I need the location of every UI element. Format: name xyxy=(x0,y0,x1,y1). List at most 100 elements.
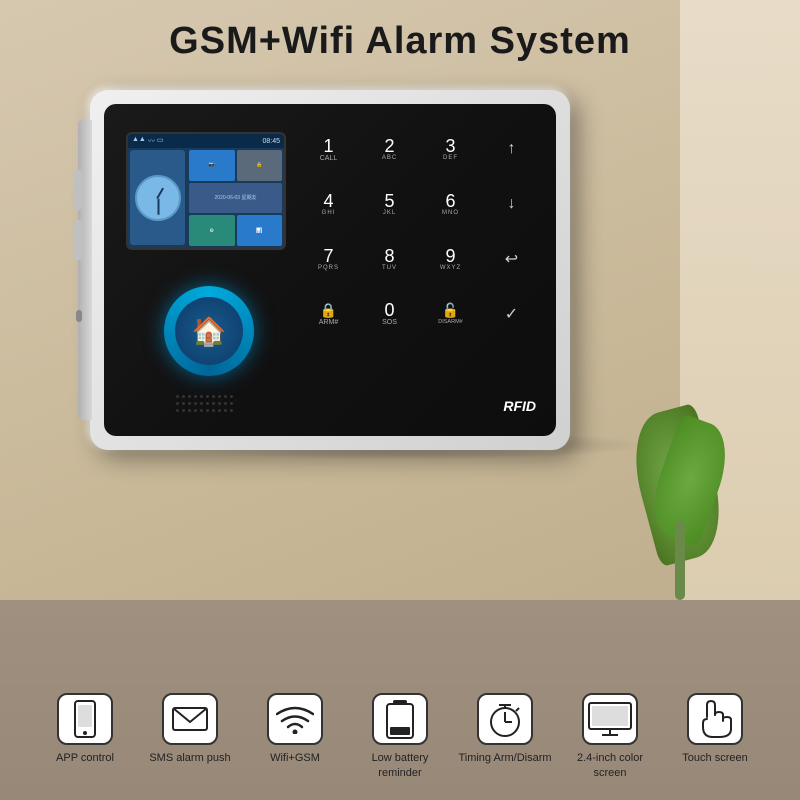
speaker-dot xyxy=(230,402,233,405)
key-9[interactable]: 9 WXYZ xyxy=(422,234,479,285)
clock-hour-hand xyxy=(156,187,164,198)
clock-minute-hand xyxy=(158,198,160,214)
speaker-dot xyxy=(212,409,215,412)
wifi-gsm-label: Wifi+GSM xyxy=(270,751,320,765)
lcd-screen: ▲▲ 〰 ▭ 08:45 xyxy=(126,132,286,250)
touch-icon xyxy=(697,699,733,739)
monitor-icon xyxy=(588,702,632,736)
speaker-dot xyxy=(188,402,191,405)
speaker-dot xyxy=(224,395,227,398)
keypad: 1 CALL 2 ABC 3 DEF ↑ xyxy=(300,124,540,394)
lcd-date-tile: 2020-06-03 星期友 xyxy=(189,183,282,214)
speaker-dot xyxy=(212,395,215,398)
device-side-left xyxy=(78,120,92,420)
key-7[interactable]: 7 PQRS xyxy=(300,234,357,285)
key-6[interactable]: 6 MNO xyxy=(422,179,479,230)
speaker-grill xyxy=(124,388,284,418)
color-screen-icon-box xyxy=(582,693,638,745)
speaker-dot xyxy=(224,409,227,412)
lcd-main-area: 📷 🔒 2020-06-03 星期友 ⚙ 📊 xyxy=(128,148,284,248)
wifi-icon: 〰 xyxy=(148,136,155,146)
feature-battery: Low battery reminder xyxy=(353,693,448,780)
alarm-device: ▲▲ 〰 ▭ 08:45 xyxy=(90,90,570,450)
speaker-dot xyxy=(212,402,215,405)
speaker-dot xyxy=(176,409,179,412)
app-control-icon-box xyxy=(57,693,113,745)
plant-stem xyxy=(675,520,685,600)
device-front-panel: ▲▲ 〰 ▭ 08:45 xyxy=(104,104,556,436)
timing-label: Timing Arm/Disarm xyxy=(458,751,551,765)
key-1[interactable]: 1 CALL xyxy=(300,124,357,175)
lcd-tile-1[interactable]: 📷 xyxy=(189,150,235,181)
app-control-label: APP control xyxy=(56,751,114,765)
phone-icon xyxy=(71,700,99,738)
lcd-time-display: 08:45 xyxy=(262,138,280,145)
speaker-dot xyxy=(218,409,221,412)
lcd-tile-grid: 📷 🔒 2020-06-03 星期友 ⚙ 📊 xyxy=(187,148,284,248)
device-shell: ▲▲ 〰 ▭ 08:45 xyxy=(90,90,570,450)
key-8[interactable]: 8 TUV xyxy=(361,234,418,285)
home-icon: 🏠 xyxy=(192,315,227,348)
speaker-dot xyxy=(182,395,185,398)
signal-icon: ▲▲ xyxy=(132,136,146,146)
speaker-dot xyxy=(176,395,179,398)
feature-wifi-gsm: Wifi+GSM xyxy=(248,693,343,780)
speaker-row-2 xyxy=(176,402,233,405)
speaker-dot xyxy=(194,402,197,405)
speaker-dot xyxy=(218,395,221,398)
lcd-tile-2[interactable]: 🔒 xyxy=(237,150,283,181)
key-up[interactable]: ↑ xyxy=(483,124,540,175)
key-back[interactable]: ↩ xyxy=(483,234,540,285)
speaker-dot xyxy=(230,395,233,398)
battery-low-icon xyxy=(385,699,415,739)
wifi-gsm-icon-box xyxy=(267,693,323,745)
side-button-2[interactable] xyxy=(74,220,82,260)
speaker-dot xyxy=(188,409,191,412)
lcd-clock-area xyxy=(130,150,185,245)
key-2[interactable]: 2 ABC xyxy=(361,124,418,175)
home-button-inner: 🏠 xyxy=(175,297,243,365)
timer-icon xyxy=(486,700,524,738)
key-3[interactable]: 3 DEF xyxy=(422,124,479,175)
speaker-dot xyxy=(182,402,185,405)
speaker-dot xyxy=(200,402,203,405)
key-down[interactable]: ↓ xyxy=(483,179,540,230)
key-0[interactable]: 0 SOS xyxy=(361,288,418,339)
wifi-icon xyxy=(276,704,314,734)
page-wrapper: GSM+Wifi Alarm System ▲▲ 〰 ▭ xyxy=(0,0,800,800)
envelope-icon xyxy=(172,705,208,733)
key-5[interactable]: 5 JKL xyxy=(361,179,418,230)
feature-touch-screen: Touch screen xyxy=(668,693,763,780)
speaker-dot xyxy=(206,395,209,398)
lcd-signal-icons: ▲▲ 〰 ▭ xyxy=(132,136,163,146)
home-button-area[interactable]: 🏠 xyxy=(164,286,254,376)
speaker-dot xyxy=(194,395,197,398)
speaker-dot xyxy=(206,409,209,412)
audio-jack xyxy=(76,310,82,322)
side-button-1[interactable] xyxy=(74,170,82,210)
speaker-dot xyxy=(176,402,179,405)
timing-icon-box xyxy=(477,693,533,745)
plant-decoration xyxy=(640,420,720,600)
speaker-dot xyxy=(206,402,209,405)
battery-icon-box xyxy=(372,693,428,745)
key-disarm[interactable]: 🔓 DISARM# xyxy=(422,288,479,339)
speaker-dot xyxy=(194,409,197,412)
key-confirm[interactable]: ✓ xyxy=(483,288,540,339)
feature-color-screen: 2.4-inch color screen xyxy=(563,693,658,780)
lcd-tile-4[interactable]: 📊 xyxy=(237,215,283,246)
battery-label: Low battery reminder xyxy=(353,751,448,780)
key-arm[interactable]: 🔒 ARM# xyxy=(300,288,357,339)
page-title: GSM+Wifi Alarm System xyxy=(0,20,800,63)
speaker-dot xyxy=(200,409,203,412)
speaker-dot xyxy=(200,395,203,398)
battery-icon: ▭ xyxy=(157,136,164,146)
speaker-dot xyxy=(230,409,233,412)
sms-alarm-label: SMS alarm push xyxy=(149,751,230,765)
key-4[interactable]: 4 GHI xyxy=(300,179,357,230)
feature-timing: Timing Arm/Disarm xyxy=(458,693,553,780)
lcd-tile-3[interactable]: ⚙ xyxy=(189,215,235,246)
speaker-row-1 xyxy=(176,395,233,398)
speaker-dot xyxy=(224,402,227,405)
clock-face xyxy=(135,175,181,221)
